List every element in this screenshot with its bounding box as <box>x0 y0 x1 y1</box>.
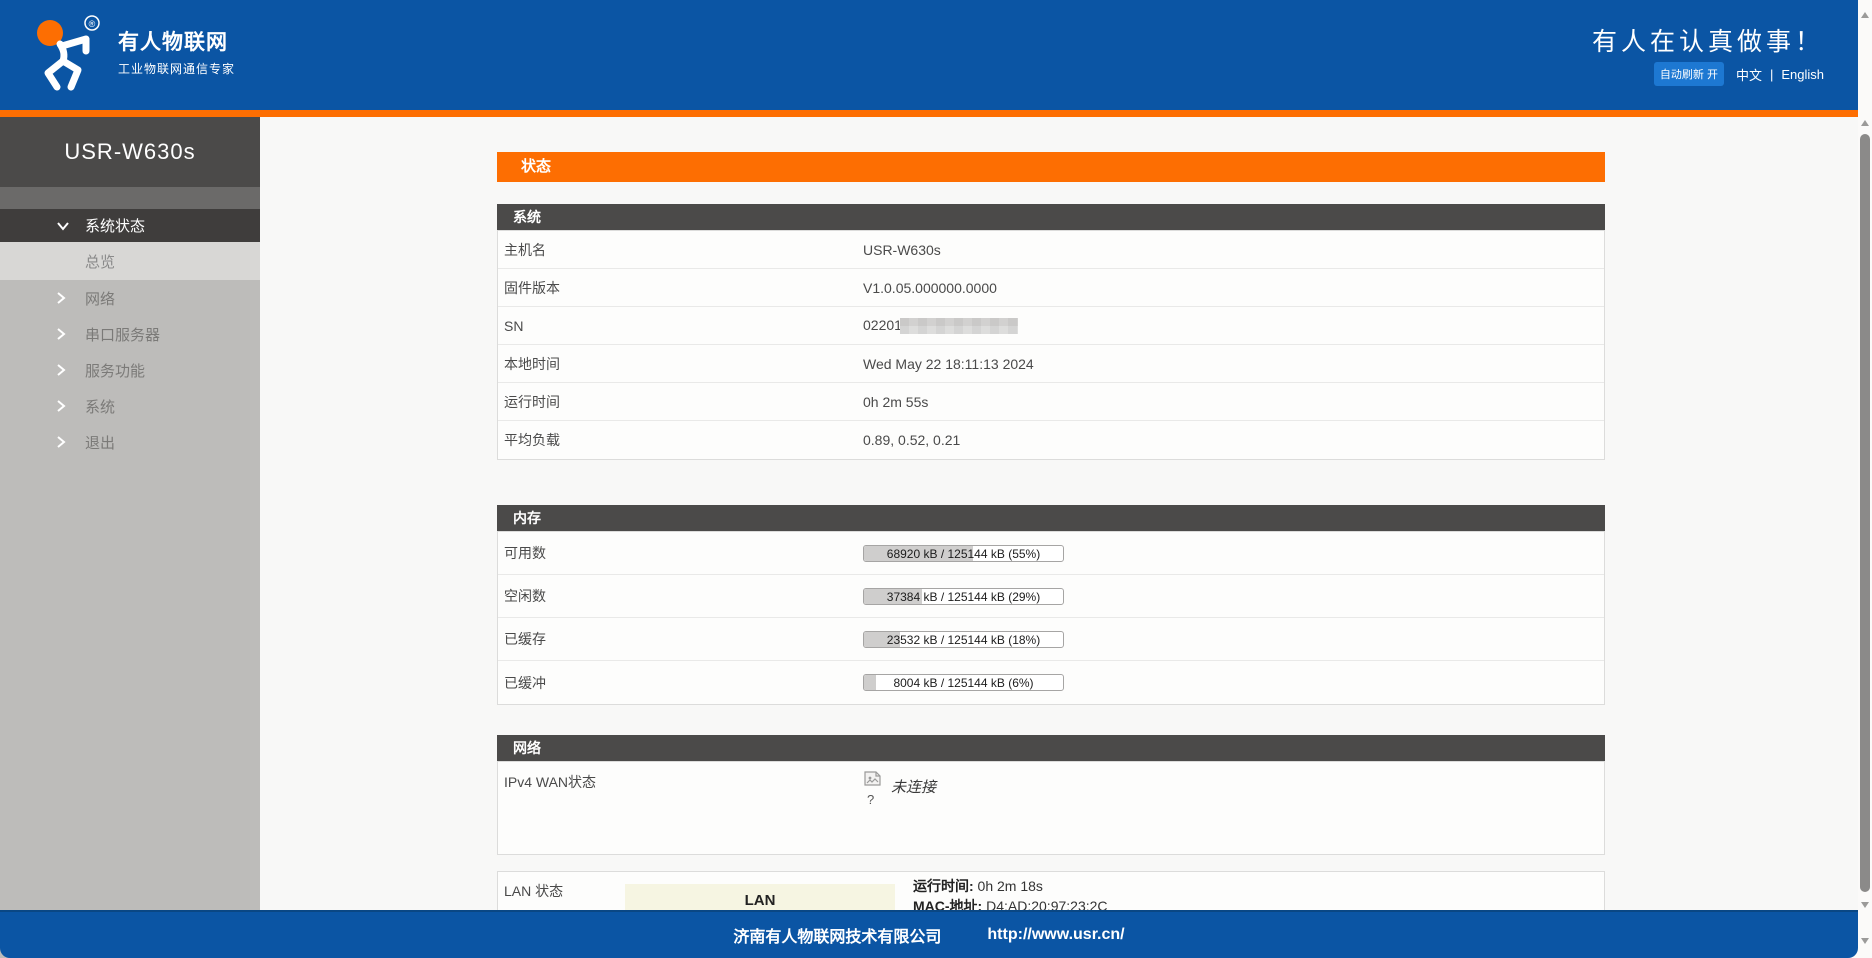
memory-free-bar: 37384 kB / 125144 kB (29%) <box>863 587 1064 605</box>
sn-value: 02201 <box>863 317 1018 335</box>
sidebar-item-service-function[interactable]: 服务功能 <box>0 352 260 388</box>
registered-mark: ® <box>89 19 96 29</box>
scroll-up-arrow-icon[interactable] <box>1861 120 1869 126</box>
footer-company: 济南有人物联网技术有限公司 <box>733 929 942 946</box>
chevron-right-icon <box>56 327 70 341</box>
table-row: 已缓存 23532 kB / 125144 kB (18%) <box>498 618 1604 661</box>
chevron-right-icon <box>56 291 70 305</box>
sidebar-item-network[interactable]: 网络 <box>0 280 260 316</box>
table-row: SN 02201 <box>498 307 1604 345</box>
page-title: 状态 <box>497 152 1605 182</box>
section-header-system: 系统 <box>497 204 1605 230</box>
header-slogan: 有人在认真做事！ <box>1591 28 1824 56</box>
lan-status-row: LAN 状态 LAN 运行时间: 0h 2m 18s MAC-地址: D4:AD… <box>497 871 1605 910</box>
scroll-down-arrow-icon[interactable] <box>1861 902 1869 908</box>
wan-status-row: IPv4 WAN状态 ? 未连接 <box>497 761 1605 855</box>
load-average-value: 0.89, 0.52, 0.21 <box>863 432 961 448</box>
uptime-value: 0h 2m 55s <box>863 393 929 410</box>
lang-chinese[interactable]: 中文 <box>1736 65 1762 84</box>
sidebar-item-system-status[interactable]: 系统状态 <box>0 209 260 242</box>
firmware-version-value: V1.0.05.000000.0000 <box>863 279 997 296</box>
sidebar-item-overview[interactable]: 总览 <box>0 242 260 280</box>
lan-interface-badge: LAN <box>625 884 895 910</box>
table-row: 固件版本 V1.0.05.000000.0000 <box>498 269 1604 307</box>
table-row: 主机名 USR-W630s <box>498 231 1604 269</box>
sn-redaction-blur <box>899 318 1018 335</box>
brand-name: 有人物联网 <box>118 31 228 54</box>
top-header: ® 有人物联网 工业物联网通信专家 有人在认真做事！ 自动刷新 开 中文 | E… <box>0 0 1858 110</box>
chevron-down-icon <box>56 221 70 231</box>
vertical-scrollbar <box>1858 0 1872 958</box>
broken-image-alt: ? <box>867 792 875 807</box>
scroll-up-arrow-icon[interactable] <box>1861 12 1869 18</box>
section-header-memory: 内存 <box>497 505 1605 531</box>
memory-cached-bar: 23532 kB / 125144 kB (18%) <box>863 630 1064 648</box>
hostname-value: USR-W630s <box>863 241 941 258</box>
section-header-network: 网络 <box>497 735 1605 761</box>
table-row: 已缓冲 8004 kB / 125144 kB (6%) <box>498 661 1604 704</box>
lang-separator: | <box>1769 66 1774 82</box>
chevron-right-icon <box>56 399 70 413</box>
page-footer: 济南有人物联网技术有限公司 http://www.usr.cn/ <box>0 910 1858 958</box>
chevron-right-icon <box>56 363 70 377</box>
table-row: 空闲数 37384 kB / 125144 kB (29%) <box>498 575 1604 618</box>
auto-refresh-toggle[interactable]: 自动刷新 开 <box>1653 62 1724 86</box>
lan-info: 运行时间: 0h 2m 18s MAC-地址: D4:AD:20:97:23:2… <box>913 876 1108 910</box>
memory-buffered-bar: 8004 kB / 125144 kB (6%) <box>863 674 1064 691</box>
usr-logo-icon: ® <box>37 15 100 91</box>
lan-uptime-line: 运行时间: 0h 2m 18s <box>913 878 1043 894</box>
sidebar-item-system[interactable]: 系统 <box>0 388 260 424</box>
sidebar-item-logout[interactable]: 退出 <box>0 424 260 460</box>
table-row: 平均负载 0.89, 0.52, 0.21 <box>504 432 961 448</box>
header-controls: 自动刷新 开 中文 | English <box>1653 62 1824 86</box>
local-time-value: Wed May 22 18:11:13 2024 <box>863 355 1034 372</box>
broken-image-icon <box>864 771 881 786</box>
orange-accent-bar <box>0 110 1858 117</box>
footer-url-link[interactable]: http://www.usr.cn/ <box>987 926 1124 944</box>
chevron-right-icon <box>56 435 70 449</box>
wan-disconnected-text: 未连接 <box>891 779 937 796</box>
scrollbar-thumb[interactable] <box>1860 134 1870 892</box>
memory-table: 可用数 68920 kB / 125144 kB (55%) 空闲数 37384… <box>497 531 1605 705</box>
lang-english[interactable]: English <box>1781 67 1824 82</box>
table-row: 可用数 68920 kB / 125144 kB (55%) <box>498 532 1604 575</box>
main-content: 状态 系统 主机名 USR-W630s 固件版本 V1.0.05.000000.… <box>260 117 1858 910</box>
sidebar: USR-W630s 系统状态 总览 网络 串口服务器 服务功能 系统 退出 <box>0 117 260 958</box>
brand-subtitle: 工业物联网通信专家 <box>118 62 236 76</box>
table-row: 本地时间 Wed May 22 18:11:13 2024 <box>498 345 1604 383</box>
language-switcher: 中文 | English <box>1736 65 1824 84</box>
lan-mac-line: MAC-地址: D4:AD:20:97:23:2C <box>913 898 1108 910</box>
device-title: USR-W630s <box>0 117 260 187</box>
scroll-down-arrow-icon[interactable] <box>1861 938 1869 944</box>
table-row: 运行时间 0h 2m 55s <box>498 383 1604 421</box>
system-table: 主机名 USR-W630s 固件版本 V1.0.05.000000.0000 S… <box>497 230 1605 460</box>
sidebar-separator <box>0 187 260 209</box>
sidebar-item-serial-server[interactable]: 串口服务器 <box>0 316 260 352</box>
memory-available-bar: 68920 kB / 125144 kB (55%) <box>863 544 1064 562</box>
